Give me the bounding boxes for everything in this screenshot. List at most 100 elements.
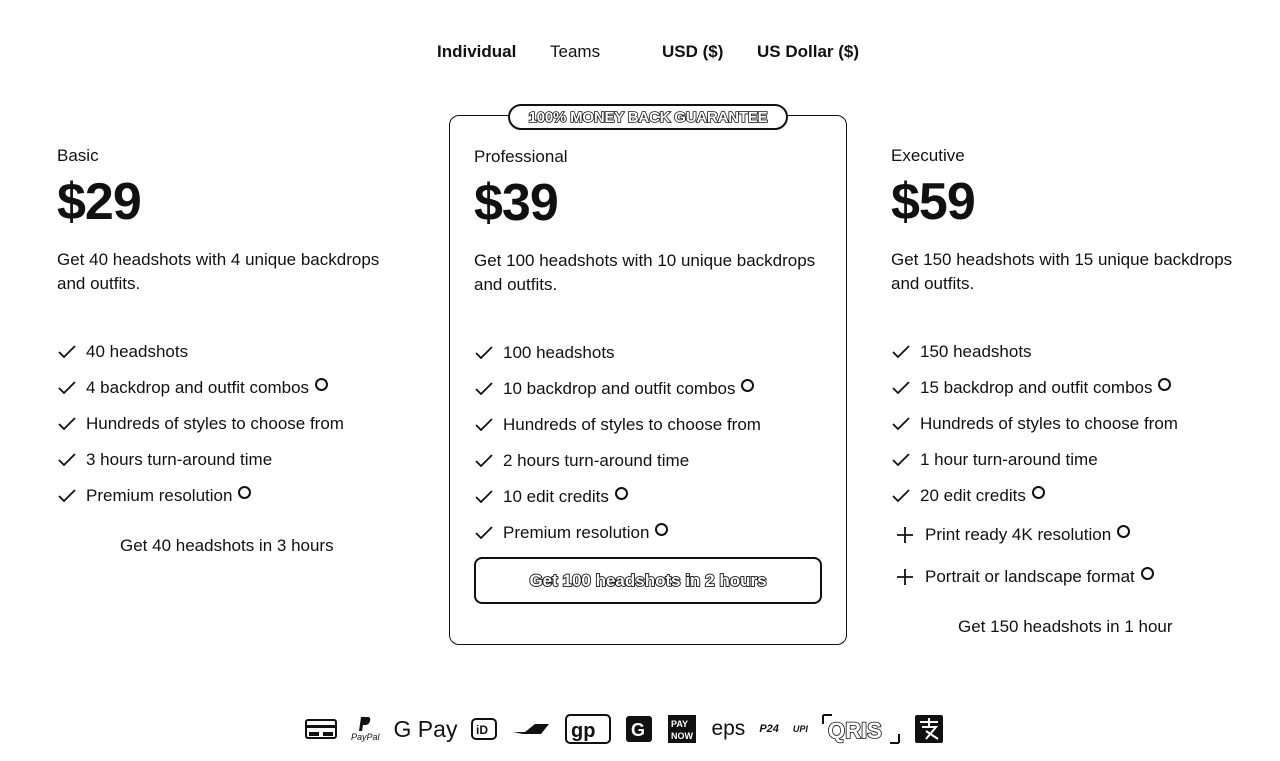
info-icon[interactable] xyxy=(1140,566,1154,580)
upi-icon: UPI xyxy=(792,724,808,734)
plus-icon xyxy=(891,527,925,543)
feature-item: 40 headshots xyxy=(57,334,344,370)
alipay-icon xyxy=(914,714,944,744)
feature-item: 20 edit credits xyxy=(891,478,1178,514)
check-icon xyxy=(891,380,920,396)
check-icon xyxy=(474,525,503,541)
plan-price: $39 xyxy=(474,174,559,232)
feature-label: Hundreds of styles to choose from xyxy=(920,414,1178,433)
plan-content: Professional $39 Get 100 headshots with … xyxy=(474,101,834,629)
plan-name: Professional xyxy=(474,147,568,166)
info-icon[interactable] xyxy=(655,522,669,536)
check-icon xyxy=(57,452,86,468)
feature-label: 20 edit credits xyxy=(920,486,1026,505)
info-icon[interactable] xyxy=(614,486,628,500)
info-icon[interactable] xyxy=(1031,485,1045,499)
feature-item: 1 hour turn-around time xyxy=(891,442,1178,478)
feature-label: Premium resolution xyxy=(503,523,650,542)
feature-list: 40 headshots 4 backdrop and outfit combo… xyxy=(57,334,344,514)
feature-label: 40 headshots xyxy=(86,342,189,361)
check-icon xyxy=(891,488,920,504)
p24-icon: P24 xyxy=(759,723,779,735)
check-icon xyxy=(891,452,920,468)
feature-label: Premium resolution xyxy=(86,486,233,505)
feature-item: 15 backdrop and outfit combos xyxy=(891,370,1178,406)
info-icon[interactable] xyxy=(741,378,755,392)
feature-label: 3 hours turn-around time xyxy=(86,450,273,469)
cta-button-professional[interactable]: Get 100 headshots in 2 hours xyxy=(474,557,822,604)
svg-text:gp: gp xyxy=(571,720,595,742)
tab-individual[interactable]: Individual xyxy=(437,42,516,62)
check-icon xyxy=(474,489,503,505)
info-icon[interactable] xyxy=(238,485,252,499)
feature-item: Premium resolution xyxy=(474,515,761,551)
check-icon xyxy=(57,488,86,504)
cta-link-executive[interactable]: Get 150 headshots in 1 hour xyxy=(958,617,1173,637)
feature-item: Hundreds of styles to choose from xyxy=(891,406,1178,442)
plan-description: Get 40 headshots with 4 unique backdrops… xyxy=(57,250,380,293)
tab-teams[interactable]: Teams xyxy=(550,42,600,62)
feature-item: 2 hours turn-around time xyxy=(474,443,761,479)
feature-label: Hundreds of styles to choose from xyxy=(503,415,761,434)
plan-card-professional: 100% MONEY BACK GUARANTEE Professional $… xyxy=(449,104,847,645)
feature-list: 100 headshots 10 backdrop and outfit com… xyxy=(474,335,761,551)
plan-name: Basic xyxy=(57,146,99,165)
info-icon[interactable] xyxy=(315,377,329,391)
plan-description: Get 100 headshots with 10 unique backdro… xyxy=(474,251,816,294)
check-icon xyxy=(474,417,503,433)
currency-code-select[interactable]: USD ($) xyxy=(662,42,723,62)
paynow-icon: PAY NOW xyxy=(667,714,697,744)
card-icon xyxy=(305,717,337,741)
check-icon xyxy=(474,453,503,469)
plan-description: Get 150 headshots with 15 unique backdro… xyxy=(891,250,1233,293)
feature-label: 10 edit credits xyxy=(503,487,609,506)
check-icon xyxy=(891,416,920,432)
info-icon[interactable] xyxy=(1117,524,1131,538)
svg-text:G: G xyxy=(631,720,645,740)
feature-label: 150 headshots xyxy=(920,342,1032,361)
feature-label: 4 backdrop and outfit combos xyxy=(86,378,310,397)
grabpay-icon: G xyxy=(625,715,653,743)
check-icon xyxy=(891,344,920,360)
feature-item: 100 headshots xyxy=(474,335,761,371)
check-icon xyxy=(57,344,86,360)
check-icon xyxy=(57,416,86,432)
feature-label: 100 headshots xyxy=(503,343,615,362)
plan-price: $29 xyxy=(57,173,142,231)
extra-item: Print ready 4K resolution xyxy=(891,514,1178,556)
giropay-icon: gp xyxy=(565,714,612,744)
feature-label: 2 hours turn-around time xyxy=(503,451,690,470)
feature-item: 10 edit credits xyxy=(474,479,761,515)
bancontact-icon xyxy=(511,720,551,738)
extra-item: Portrait or landscape format xyxy=(891,556,1178,598)
plan-name: Executive xyxy=(891,146,965,165)
feature-label: 15 backdrop and outfit combos xyxy=(920,378,1153,397)
cta-link-basic[interactable]: Get 40 headshots in 3 hours xyxy=(120,536,334,556)
feature-label: 10 backdrop and outfit combos xyxy=(503,379,736,398)
gpay-icon: G Pay xyxy=(393,715,458,742)
qris-icon: QRIS xyxy=(821,714,900,744)
eps-icon: eps xyxy=(711,717,746,740)
check-icon xyxy=(474,345,503,361)
feature-item: 10 backdrop and outfit combos xyxy=(474,371,761,407)
ideal-icon: iD xyxy=(471,718,498,740)
feature-item: Hundreds of styles to choose from xyxy=(57,406,344,442)
paypal-label: PayPal xyxy=(351,732,380,742)
feature-list: 150 headshots 15 backdrop and outfit com… xyxy=(891,334,1178,598)
feature-item: 150 headshots xyxy=(891,334,1178,370)
check-icon xyxy=(57,380,86,396)
feature-label: Hundreds of styles to choose from xyxy=(86,414,344,433)
payment-methods: PayPal G Pay iD gp G PAY NOW eps P24 UPI … xyxy=(305,710,958,748)
info-icon[interactable] xyxy=(1158,377,1172,391)
plus-icon xyxy=(891,569,925,585)
svg-text:iD: iD xyxy=(476,723,488,737)
svg-text:NOW: NOW xyxy=(671,731,694,741)
extra-label: Print ready 4K resolution xyxy=(925,525,1112,544)
currency-name-select[interactable]: US Dollar ($) xyxy=(757,42,859,62)
check-icon xyxy=(474,381,503,397)
feature-label: 1 hour turn-around time xyxy=(920,450,1098,469)
svg-text:QRIS: QRIS xyxy=(828,718,882,743)
feature-item: 3 hours turn-around time xyxy=(57,442,344,478)
feature-item: Hundreds of styles to choose from xyxy=(474,407,761,443)
plan-price: $59 xyxy=(891,173,976,231)
